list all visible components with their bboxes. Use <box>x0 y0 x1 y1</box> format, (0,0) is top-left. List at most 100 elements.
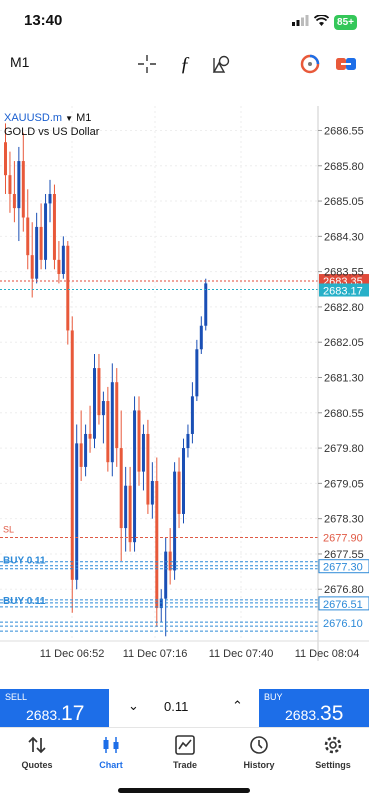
battery-indicator: 85+ <box>334 14 357 30</box>
order-price-label: 2677.30 <box>323 562 363 574</box>
time-tick-label: 11 Dec 07:16 <box>123 648 188 660</box>
settings-icon <box>296 734 369 756</box>
order-price-label: 2676.10 <box>323 618 363 630</box>
price-tick-label: 2684.30 <box>324 231 364 243</box>
chart-symbol[interactable]: XAUUSD.m ▼ M1 <box>4 112 91 124</box>
sl-label: SL <box>3 524 14 534</box>
history-icon <box>222 734 296 756</box>
price-tick-label: 2677.55 <box>324 549 364 561</box>
time-tick-label: 11 Dec 06:52 <box>40 648 105 660</box>
sl-price-label: 2677.90 <box>323 532 363 544</box>
candle-body <box>97 368 101 416</box>
candle-body <box>150 481 154 505</box>
price-tick-label: 2676.80 <box>324 584 364 596</box>
time-tick-label: 11 Dec 08:04 <box>295 648 360 660</box>
candle-body <box>17 161 21 209</box>
candle-body <box>141 433 145 472</box>
candle-body <box>168 551 172 571</box>
order-label: BUY 0.11 <box>3 596 46 607</box>
candle-body <box>190 396 194 434</box>
price-tick-label: 2682.05 <box>324 337 364 349</box>
candle-body <box>75 443 79 580</box>
time-axis: 11 Dec 06:52 11 Dec 07:16 11 Dec 07:40 11 D… <box>0 640 369 660</box>
buy-price: 2683.35 <box>285 702 344 725</box>
candle-body <box>4 142 7 176</box>
candle-body <box>115 382 119 449</box>
price-axis: 2686.55 2685.80 2685.05 2684.30 2683.55 2682.… <box>317 106 364 661</box>
indicators-icon[interactable]: ƒ <box>173 52 197 76</box>
price-chart[interactable]: 2683.352683.17SL2677.90BUY 0.112677.30BU… <box>0 106 369 661</box>
candle-body <box>93 368 96 439</box>
candle-body <box>52 193 56 260</box>
quotes-icon <box>0 734 74 756</box>
sell-button[interactable]: SELL 2683.17 <box>0 689 109 727</box>
nav-history[interactable]: History <box>222 734 296 770</box>
timeframe-button[interactable]: M1 <box>10 54 29 70</box>
candle-body <box>48 193 52 204</box>
candle-body <box>79 443 83 467</box>
objects-icon[interactable] <box>210 52 234 76</box>
price-tick-label: 2679.80 <box>324 443 364 455</box>
nav-quotes[interactable]: Quotes <box>0 734 74 770</box>
candle-body <box>155 481 159 609</box>
new-order-icon[interactable] <box>334 52 358 76</box>
nav-chart[interactable]: Chart <box>74 734 148 770</box>
candle-body <box>70 330 74 580</box>
wifi-icon <box>313 13 330 31</box>
order-price-label: 2676.51 <box>323 599 363 611</box>
chart-toolbar: M1 ƒ <box>0 44 369 84</box>
candle-body <box>173 471 177 571</box>
candle-body <box>186 433 190 449</box>
price-tick-label: 2685.80 <box>324 161 364 173</box>
candle-body <box>61 245 65 274</box>
candle-body <box>137 410 141 472</box>
ask-price-label: 2683.17 <box>323 286 363 298</box>
order-label: BUY 0.11 <box>3 556 46 567</box>
chart-icon <box>74 734 148 756</box>
trade-icon <box>148 734 222 756</box>
sell-price: 2683.17 <box>26 702 85 725</box>
candle-body <box>101 401 105 416</box>
symbol-timeframe: M1 <box>76 112 92 124</box>
candle-body <box>12 193 16 209</box>
candle-body <box>21 161 25 218</box>
one-click-trading-icon[interactable] <box>298 52 322 76</box>
price-tick-label: 2686.55 <box>324 125 364 137</box>
signal-icon <box>292 13 309 31</box>
candle-body <box>106 401 110 463</box>
status-bar: 13:40 85+ <box>0 0 369 44</box>
price-tick-label: 2681.30 <box>324 373 364 385</box>
volume-decrease-button[interactable]: ⌄ <box>128 698 139 714</box>
nav-settings[interactable]: Settings <box>296 734 369 770</box>
crosshair-icon[interactable] <box>135 52 159 76</box>
volume-value[interactable]: 0.11 <box>164 699 188 714</box>
price-tick-label: 2679.05 <box>324 478 364 490</box>
home-indicator <box>118 788 250 793</box>
price-tick-label: 2682.80 <box>324 302 364 314</box>
time-tick-label: 11 Dec 07:40 <box>209 648 274 660</box>
candle-body <box>88 433 92 439</box>
candle-body <box>124 485 128 529</box>
candle-body <box>84 433 88 467</box>
candle-body <box>119 448 123 529</box>
candle-body <box>195 349 199 397</box>
trade-bar: SELL 2683.17 ⌄ 0.11 ⌃ BUY 2683.35 <box>0 689 369 727</box>
candle-body <box>146 433 150 505</box>
candle-body <box>44 203 48 260</box>
buy-label: BUY <box>264 692 283 702</box>
volume-increase-button[interactable]: ⌃ <box>232 698 243 714</box>
price-tick-label: 2685.05 <box>324 196 364 208</box>
sell-label: SELL <box>5 692 28 702</box>
nav-trade[interactable]: Trade <box>148 734 222 770</box>
symbol-name: XAUUSD.m <box>4 112 63 124</box>
candle-body <box>57 259 61 274</box>
candle-body <box>164 551 168 599</box>
candle-body <box>66 245 70 331</box>
candle-body <box>182 448 185 514</box>
buy-button[interactable]: BUY 2683.35 <box>259 689 369 727</box>
candle-body <box>39 226 43 260</box>
candle-body <box>110 382 114 463</box>
candle-body <box>199 325 203 350</box>
chart-grid <box>0 106 318 641</box>
symbol-description: GOLD vs US Dollar <box>4 126 100 138</box>
